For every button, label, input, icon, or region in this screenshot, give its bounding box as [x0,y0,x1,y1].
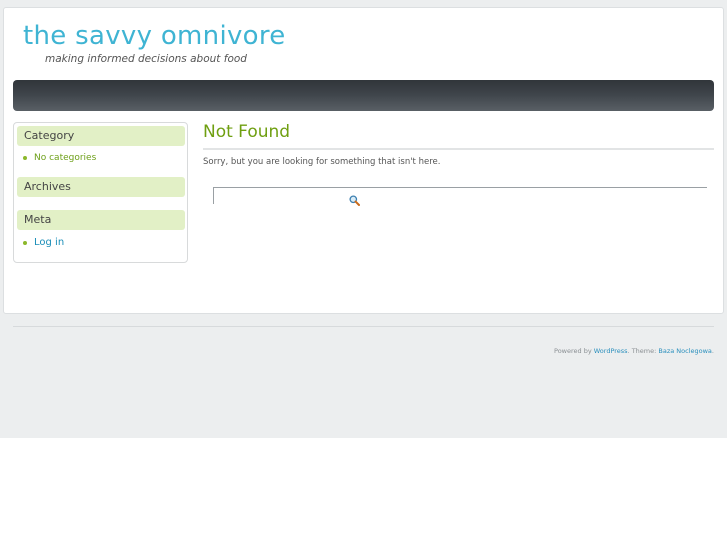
widget-title-category: Category [17,126,185,146]
login-link[interactable]: Log in [34,237,64,249]
site-title[interactable]: the savvy omnivore [23,20,286,52]
magnifier-icon[interactable] [349,191,360,206]
widget-title-meta: Meta [17,210,185,230]
bullet-icon [23,156,27,160]
title-divider [203,148,714,150]
site-tagline: making informed decisions about food [45,53,247,65]
meta-list-item: Log in [23,237,64,249]
theme-text: . Theme: [627,347,659,355]
search-input[interactable] [213,187,707,204]
sidebar: Category No categories Archives Meta Log… [13,122,188,263]
no-categories-text: No categories [34,153,97,163]
powered-by-text: Powered by [554,347,594,355]
bullet-icon [23,241,27,245]
navigation-bar [13,80,714,111]
footer-divider [13,326,714,327]
category-list-item: No categories [23,152,96,164]
page-title: Not Found [203,122,291,142]
footer-credits: Powered by WordPress. Theme: Baza Nocleg… [554,347,714,356]
not-found-message: Sorry, but you are looking for something… [203,157,441,167]
widget-title-archives: Archives [17,177,185,197]
theme-link[interactable]: Baza Noclegowa [658,347,712,355]
footer-suffix: . [711,347,714,355]
wordpress-link[interactable]: WordPress [594,347,628,355]
